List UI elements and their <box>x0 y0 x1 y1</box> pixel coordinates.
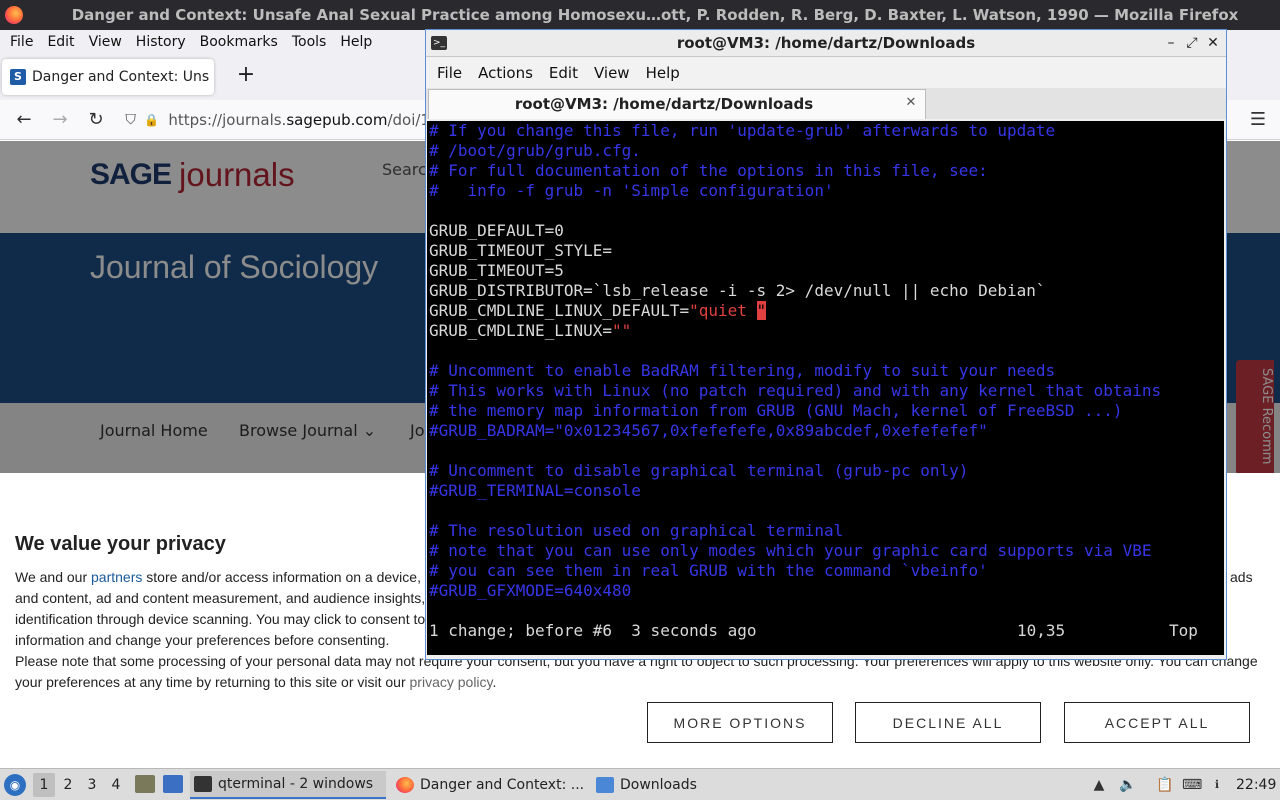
reload-button[interactable]: ↻ <box>84 108 108 132</box>
buffer-line: GRUB_CMDLINE_LINUX="" <box>429 321 632 340</box>
menu-bookmarks[interactable]: Bookmarks <box>193 31 285 53</box>
terminal-screen[interactable]: # If you change this file, run 'update-g… <box>427 121 1224 655</box>
task-qterminal[interactable]: qterminal - 2 windows <box>190 771 386 799</box>
lock-icon[interactable]: 🔒 <box>141 113 162 127</box>
terminal-window-title: root@VM3: /home/dartz/Downloads <box>676 34 976 52</box>
browser-tab-active[interactable]: S Danger and Context: Uns <box>2 59 214 95</box>
accept-all-button[interactable]: ACCEPT ALL <box>1064 702 1250 743</box>
task-downloads[interactable]: Downloads <box>592 771 712 799</box>
buffer-line: # For full documentation of the options … <box>429 161 988 180</box>
buffer-line: # the memory map information from GRUB (… <box>429 401 1123 420</box>
back-button[interactable]: ← <box>12 108 36 132</box>
menu-file[interactable]: File <box>3 31 40 53</box>
forward-button[interactable]: → <box>48 108 72 132</box>
terminal-tabbar: root@VM3: /home/dartz/Downloads ✕ <box>426 88 1226 119</box>
workspace-4[interactable]: 4 <box>105 773 127 797</box>
taskbar: ◉ 1 2 3 4 qterminal - 2 windows Danger a… <box>0 768 1280 800</box>
terminal-tab[interactable]: root@VM3: /home/dartz/Downloads ✕ <box>428 89 926 119</box>
buffer-line: # you can see them in real GRUB with the… <box>429 561 988 580</box>
terminal-icon: >_ <box>431 36 447 50</box>
show-desktop-icon[interactable] <box>163 775 183 793</box>
clock[interactable]: 22:49 <box>1236 769 1276 800</box>
terminal-menu-edit[interactable]: Edit <box>541 64 586 82</box>
privacy-title: We value your privacy <box>15 533 226 555</box>
folder-icon <box>596 777 614 793</box>
terminal-tab-label: root@VM3: /home/dartz/Downloads <box>514 95 814 113</box>
tray-notification-icon[interactable]: ▲ <box>1089 775 1109 795</box>
buffer-line: # Uncomment to enable BadRAM filtering, … <box>429 361 1056 380</box>
buffer-line: # /boot/grub/grub.cfg. <box>429 141 641 160</box>
minimize-button[interactable]: – <box>1162 34 1180 52</box>
buffer-line: GRUB_TIMEOUT=5 <box>429 261 564 280</box>
buffer-line: # If you change this file, run 'update-g… <box>429 121 1056 140</box>
status-message: 1 change; before #6 3 seconds ago <box>429 621 757 640</box>
workspace-1[interactable]: 1 <box>33 773 55 797</box>
vim-buffer: # If you change this file, run 'update-g… <box>427 121 1161 601</box>
workspace-3[interactable]: 3 <box>81 773 103 797</box>
menu-help[interactable]: Help <box>333 31 379 53</box>
task-firefox[interactable]: Danger and Context: ... <box>392 771 588 799</box>
cursor-position: 10,35 <box>1017 621 1066 640</box>
menu-edit[interactable]: Edit <box>40 31 81 53</box>
menu-view[interactable]: View <box>82 31 129 53</box>
terminal-menubar: File Actions Edit View Help <box>426 58 1226 88</box>
terminal-titlebar[interactable]: root@VM3: /home/dartz/Downloads >_ – ⤢ ✕ <box>426 30 1226 57</box>
qterminal-window: root@VM3: /home/dartz/Downloads >_ – ⤢ ✕… <box>425 29 1227 660</box>
buffer-line: #GRUB_TERMINAL=console <box>429 481 641 500</box>
terminal-menu-file[interactable]: File <box>429 64 470 82</box>
close-button[interactable]: ✕ <box>1204 34 1222 52</box>
sage-favicon-icon: S <box>10 69 26 85</box>
terminal-menu-actions[interactable]: Actions <box>470 64 541 82</box>
buffer-line: GRUB_TIMEOUT_STYLE= <box>429 241 613 260</box>
text-cursor: " <box>756 301 767 320</box>
network-icon[interactable]: ⌨ <box>1182 775 1202 795</box>
partners-link[interactable]: partners <box>91 569 142 585</box>
firefox-icon <box>396 777 414 793</box>
start-menu-icon[interactable]: ◉ <box>4 774 26 796</box>
maximize-button[interactable]: ⤢ <box>1183 34 1201 52</box>
buffer-line: #GRUB_GFXMODE=640x480 <box>429 581 632 600</box>
firefox-titlebar: Danger and Context: Unsafe Anal Sexual P… <box>0 0 1280 30</box>
file-manager-launcher-icon[interactable] <box>135 775 155 793</box>
menu-history[interactable]: History <box>129 31 193 53</box>
terminal-menu-help[interactable]: Help <box>638 64 688 82</box>
workspace-2[interactable]: 2 <box>57 773 79 797</box>
app-menu-button[interactable]: ☰ <box>1246 108 1270 132</box>
buffer-line: # note that you can use only modes which… <box>429 541 1152 560</box>
buffer-line: # info -f grub -n 'Simple configuration' <box>429 181 834 200</box>
terminal-menu-view[interactable]: View <box>586 64 638 82</box>
privacy-policy-link[interactable]: privacy policy <box>410 674 493 690</box>
more-options-button[interactable]: MORE OPTIONS <box>647 702 833 743</box>
update-notifier-icon[interactable]: ℹ <box>1207 775 1227 795</box>
url-bar[interactable]: ⛉ 🔒 https://journals.sagepub.com/doi/1 <box>120 105 430 135</box>
buffer-line: GRUB_DEFAULT=0 <box>429 221 564 240</box>
decline-all-button[interactable]: DECLINE ALL <box>855 702 1041 743</box>
buffer-line: GRUB_CMDLINE_LINUX_DEFAULT="quiet " <box>429 301 767 320</box>
buffer-line: # Uncomment to disable graphical termina… <box>429 461 969 480</box>
browser-tab-title: Danger and Context: Uns <box>32 69 210 85</box>
buffer-line: # This works with Linux (no patch requir… <box>429 381 1162 400</box>
menu-tools[interactable]: Tools <box>285 31 334 53</box>
buffer-line: # The resolution used on graphical termi… <box>429 521 844 540</box>
firefox-logo-icon <box>5 6 23 24</box>
scroll-position: Top <box>1169 621 1198 640</box>
firefox-window-title: Danger and Context: Unsafe Anal Sexual P… <box>71 6 1239 24</box>
buffer-line: #GRUB_BADRAM="0x01234567,0xfefefefe,0x89… <box>429 421 988 440</box>
volume-icon[interactable]: 🔈 <box>1118 775 1138 795</box>
url-text: https://journals.sagepub.com/doi/1 <box>168 111 430 129</box>
buffer-line: GRUB_DISTRIBUTOR=`lsb_release -i -s 2> /… <box>429 281 1046 300</box>
terminal-icon <box>194 776 212 792</box>
shield-icon[interactable]: ⛉ <box>120 112 141 128</box>
tab-close-icon[interactable]: ✕ <box>903 95 919 111</box>
new-tab-button[interactable]: + <box>234 64 258 88</box>
clipboard-icon[interactable]: 📋 <box>1155 775 1175 795</box>
